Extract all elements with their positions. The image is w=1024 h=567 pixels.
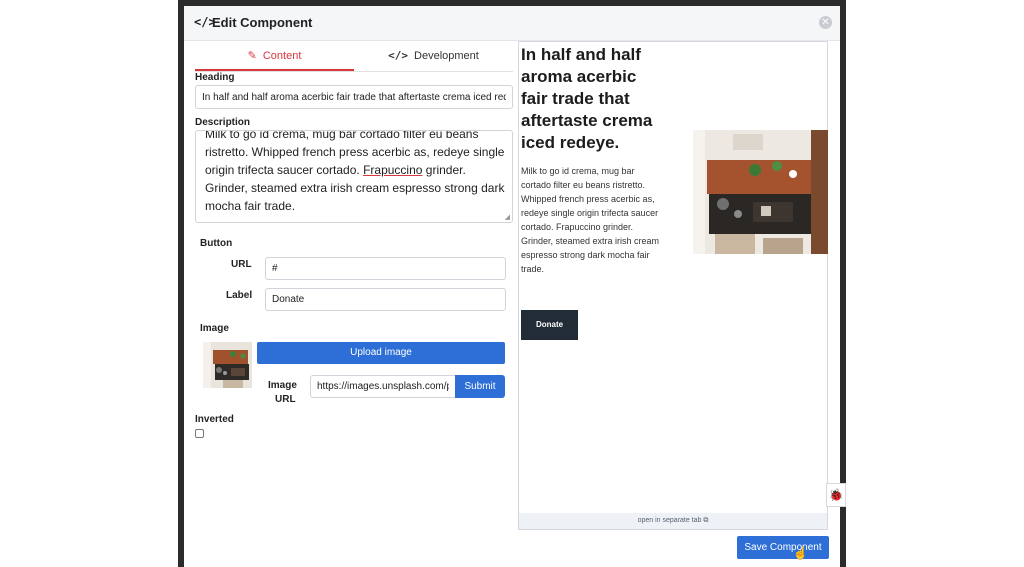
dialog-header: </> Edit Component ✕ bbox=[184, 6, 840, 41]
pointer-cursor-icon: ☝ bbox=[793, 546, 808, 560]
tab-content-label: Content bbox=[262, 50, 302, 62]
bug-icon[interactable]: 🐞 bbox=[826, 483, 846, 507]
upload-image-button[interactable]: Upload image bbox=[257, 342, 505, 364]
description-label: Description bbox=[195, 117, 251, 128]
code-icon: </> bbox=[388, 49, 409, 62]
submit-button[interactable]: Submit bbox=[455, 375, 505, 398]
heading-input[interactable] bbox=[195, 85, 513, 109]
button-section-label: Button bbox=[200, 238, 233, 249]
edit-component-dialog: </> Edit Component ✕ ✎ Content </> Develop… bbox=[184, 6, 840, 567]
description-textarea[interactable]: Milk to go id crema, mug bar cortado fil… bbox=[195, 130, 513, 223]
tab-bar: ✎ Content </> Development bbox=[195, 40, 513, 72]
external-link-icon: ⧉ bbox=[703, 517, 709, 524]
resize-handle-icon[interactable]: ◢ bbox=[505, 213, 510, 221]
image-section-label: Image bbox=[200, 323, 229, 334]
close-icon[interactable]: ✕ bbox=[819, 16, 832, 29]
dialog-title: Edit Component bbox=[212, 15, 313, 30]
open-separate-tab-link[interactable]: open in separate tab ⧉ bbox=[519, 513, 827, 529]
image-url-input[interactable] bbox=[310, 375, 456, 398]
label-input[interactable] bbox=[265, 288, 506, 311]
url-label: URL bbox=[231, 259, 252, 270]
preview-donate-button[interactable]: Donate bbox=[521, 310, 578, 340]
preview-description: Milk to go id crema, mug bar cortado fil… bbox=[521, 166, 660, 274]
label-label: Label bbox=[226, 290, 253, 301]
description-text: Milk to go id crema, mug bar cortado fil… bbox=[205, 130, 505, 213]
url-input[interactable] bbox=[265, 257, 506, 280]
image-thumbnail bbox=[203, 342, 252, 388]
save-component-button[interactable]: Save Component bbox=[737, 536, 829, 559]
heading-label: Heading bbox=[195, 72, 235, 83]
preview-image bbox=[693, 130, 828, 254]
inverted-checkbox[interactable] bbox=[195, 429, 204, 438]
image-url-label-2: URL bbox=[275, 394, 296, 405]
tab-development[interactable]: </> Development bbox=[354, 40, 513, 71]
tab-content[interactable]: ✎ Content bbox=[195, 40, 354, 71]
preview-heading: In half and half aroma acerbic fair trad… bbox=[521, 45, 653, 152]
image-url-label: Image bbox=[268, 380, 297, 391]
inverted-label: Inverted bbox=[195, 414, 234, 425]
preview-pane: In half and half aroma acerbic fair trad… bbox=[518, 41, 828, 530]
tab-development-label: Development bbox=[414, 50, 479, 62]
edit-icon: ✎ bbox=[247, 49, 257, 62]
